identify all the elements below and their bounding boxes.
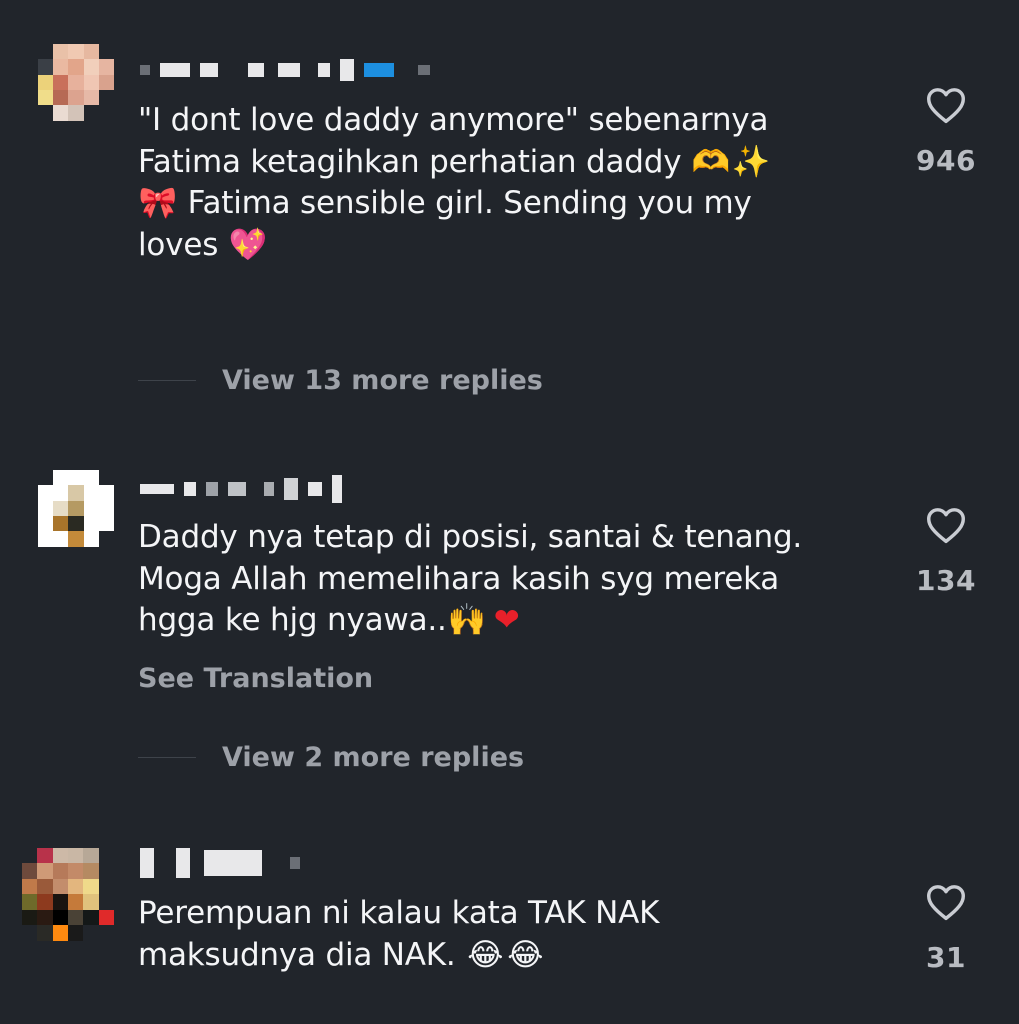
tears-of-joy-emoji: 😂 — [507, 936, 544, 973]
username[interactable] — [140, 59, 430, 81]
like-count: 31 — [926, 941, 966, 974]
see-translation-button[interactable]: See Translation — [138, 663, 373, 694]
ribbon-emoji: 🎀 — [138, 185, 178, 221]
avatar[interactable] — [38, 44, 114, 136]
like-button[interactable]: 134 — [905, 506, 987, 597]
tears-of-joy-emoji: 😂 — [467, 936, 504, 973]
view-replies-label: View 2 more replies — [222, 742, 525, 773]
view-replies-label: View 13 more replies — [222, 365, 543, 396]
username[interactable] — [140, 848, 300, 878]
view-replies-button[interactable]: View 13 more replies — [138, 365, 543, 396]
view-replies-button[interactable]: View 2 more replies — [138, 742, 524, 773]
raising-hands-emoji: 🙌 — [447, 602, 486, 638]
heart-outline-icon — [927, 885, 965, 921]
avatar[interactable] — [38, 470, 114, 562]
comment-text: Daddy nya tetap di posisi, santai & tena… — [138, 517, 858, 642]
username[interactable] — [140, 475, 342, 503]
avatar[interactable] — [22, 848, 114, 956]
like-button[interactable]: 946 — [905, 86, 987, 177]
divider-line — [138, 380, 196, 381]
like-count: 134 — [916, 564, 976, 597]
sparkling-heart-emoji: 💖 — [228, 226, 268, 263]
sparkles-emoji: ✨ — [731, 143, 771, 180]
like-count: 946 — [916, 144, 976, 177]
comment-text: "I dont love daddy anymore" sebenarnya F… — [138, 100, 858, 266]
divider-line — [138, 757, 196, 758]
like-button[interactable]: 31 — [905, 883, 987, 974]
comment-text: Perempuan ni kalau kata TAK NAK maksudny… — [138, 893, 858, 976]
red-heart-emoji: ❤ — [493, 602, 520, 638]
heart-hands-emoji: 🫶 — [691, 143, 731, 180]
heart-outline-icon — [927, 88, 965, 124]
heart-outline-icon — [927, 508, 965, 544]
